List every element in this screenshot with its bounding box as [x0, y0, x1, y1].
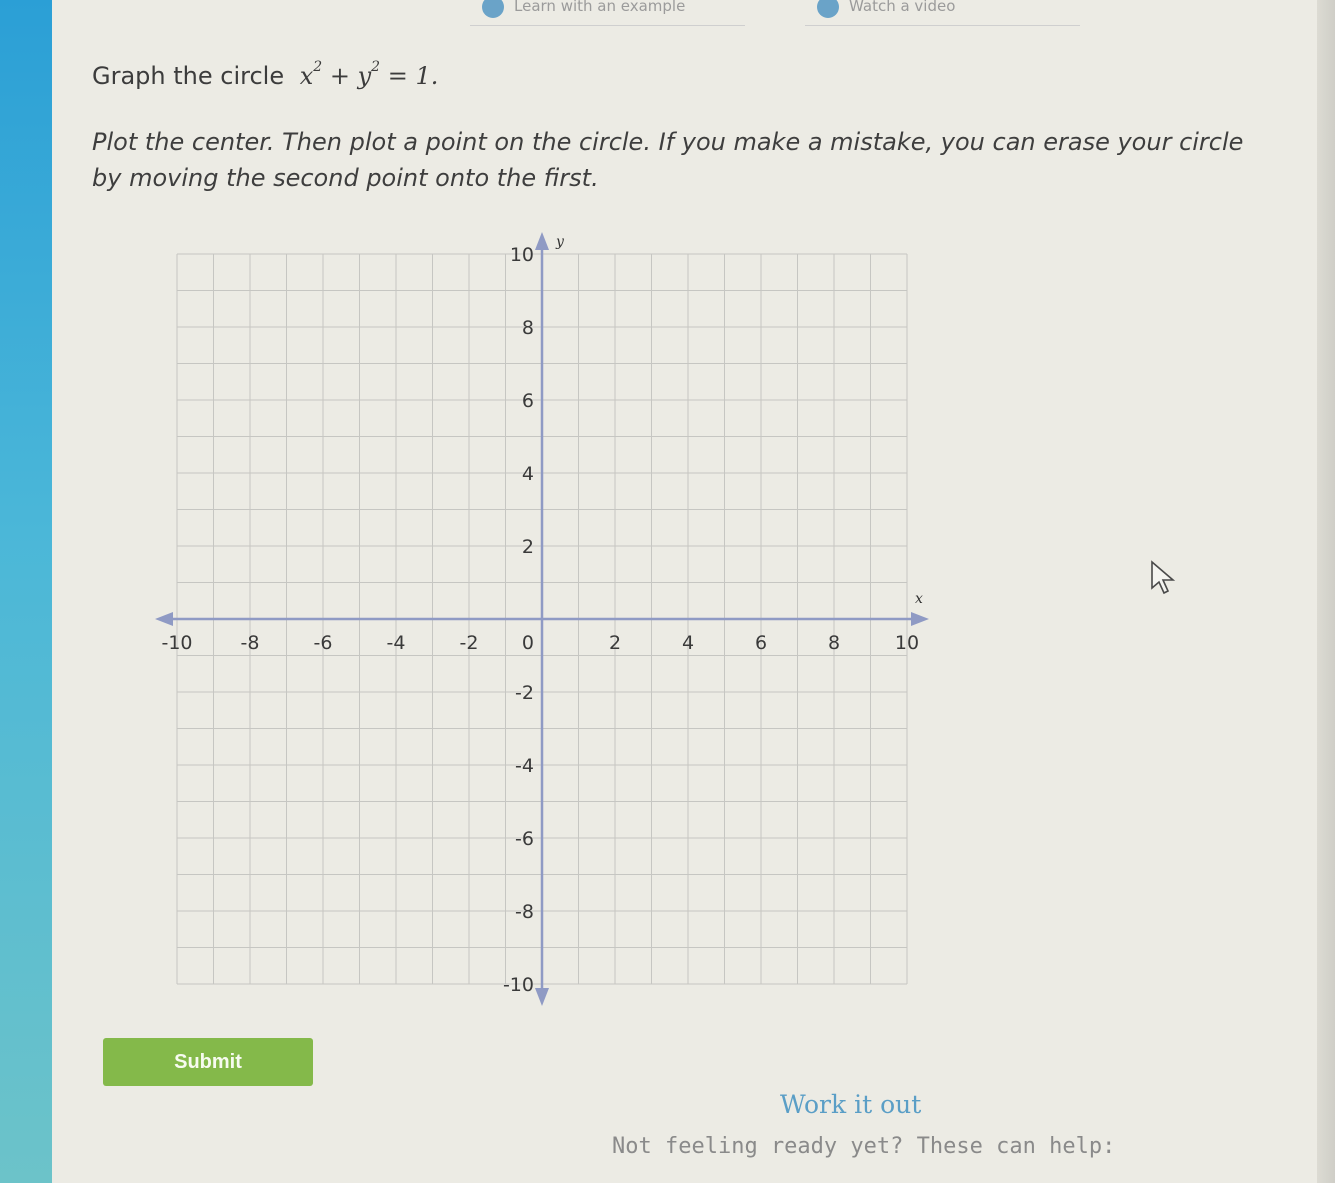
- x-tick-label: 2: [609, 632, 621, 654]
- eq-x-exponent: 2: [313, 59, 323, 75]
- learn-with-example-button[interactable]: Learn with an example: [470, 0, 745, 26]
- work-it-out-link[interactable]: Work it out: [780, 1090, 921, 1119]
- x-tick-label: -4: [387, 632, 406, 654]
- y-tick-label: -10: [503, 974, 534, 996]
- left-accent-bar: [0, 0, 52, 1183]
- learn-with-example-label: Learn with an example: [514, 0, 686, 15]
- y-tick-label: 6: [522, 390, 534, 412]
- submit-button[interactable]: Submit: [103, 1038, 313, 1086]
- x-axis-label: x: [915, 591, 923, 607]
- x-tick-label: -8: [241, 632, 260, 654]
- x-tick-label: 8: [828, 632, 840, 654]
- graph-canvas[interactable]: x y -10 -8 -6 -4 -2 0 2 4 6 8 10 10 8 6 4 2 -2 -4 -6 -8 -10: [145, 222, 935, 1012]
- x-tick-label: 4: [682, 632, 694, 654]
- y-tick-label: 2: [522, 536, 534, 558]
- watch-video-button[interactable]: Watch a video: [805, 0, 1080, 26]
- eq-plus: +: [329, 62, 350, 90]
- play-icon: [817, 0, 839, 18]
- y-tick-label: 8: [522, 317, 534, 339]
- question-text: Graph the circle: [92, 62, 285, 90]
- mouse-cursor-icon: [1150, 560, 1180, 600]
- y-tick-label: 4: [522, 463, 534, 485]
- y-tick-label: -8: [515, 901, 534, 923]
- question-prompt: Graph the circle x2 + y2 = 1.: [92, 59, 439, 90]
- y-axis-arrow-up: [535, 232, 549, 250]
- x-tick-label: -10: [161, 632, 192, 654]
- eq-y-exponent: 2: [371, 59, 381, 75]
- x-tick-label: -6: [314, 632, 333, 654]
- eq-equals: = 1.: [387, 62, 439, 90]
- x-tick-label: 0: [522, 632, 534, 654]
- circle-equation: x2 + y2 = 1.: [299, 59, 439, 90]
- x-tick-label: -2: [460, 632, 479, 654]
- eq-x: x: [299, 62, 314, 90]
- x-tick-label: 10: [895, 632, 919, 654]
- x-axis-arrow-left: [155, 612, 173, 626]
- y-axis-arrow-down: [535, 988, 549, 1006]
- x-axis-arrow-right: [911, 612, 929, 626]
- y-axis-label: y: [555, 234, 565, 250]
- eq-y: y: [357, 62, 372, 90]
- help-text: Not feeling ready yet? These can help:: [612, 1134, 1116, 1159]
- coordinate-graph[interactable]: x y -10 -8 -6 -4 -2 0 2 4 6 8 10 10 8 6 4 2 -2 -4 -6 -8 -10: [145, 222, 935, 1016]
- right-edge: [1317, 0, 1335, 1183]
- y-tick-label: 10: [510, 244, 534, 266]
- x-tick-label: 6: [755, 632, 767, 654]
- y-tick-label: -4: [515, 755, 534, 777]
- top-toolbar: Learn with an example Watch a video: [470, 0, 1080, 28]
- watch-video-label: Watch a video: [849, 0, 956, 15]
- instructions: Plot the center. Then plot a point on th…: [92, 128, 1244, 192]
- y-tick-label: -2: [515, 682, 534, 704]
- lightbulb-icon: [482, 0, 504, 18]
- y-tick-label: -6: [515, 828, 534, 850]
